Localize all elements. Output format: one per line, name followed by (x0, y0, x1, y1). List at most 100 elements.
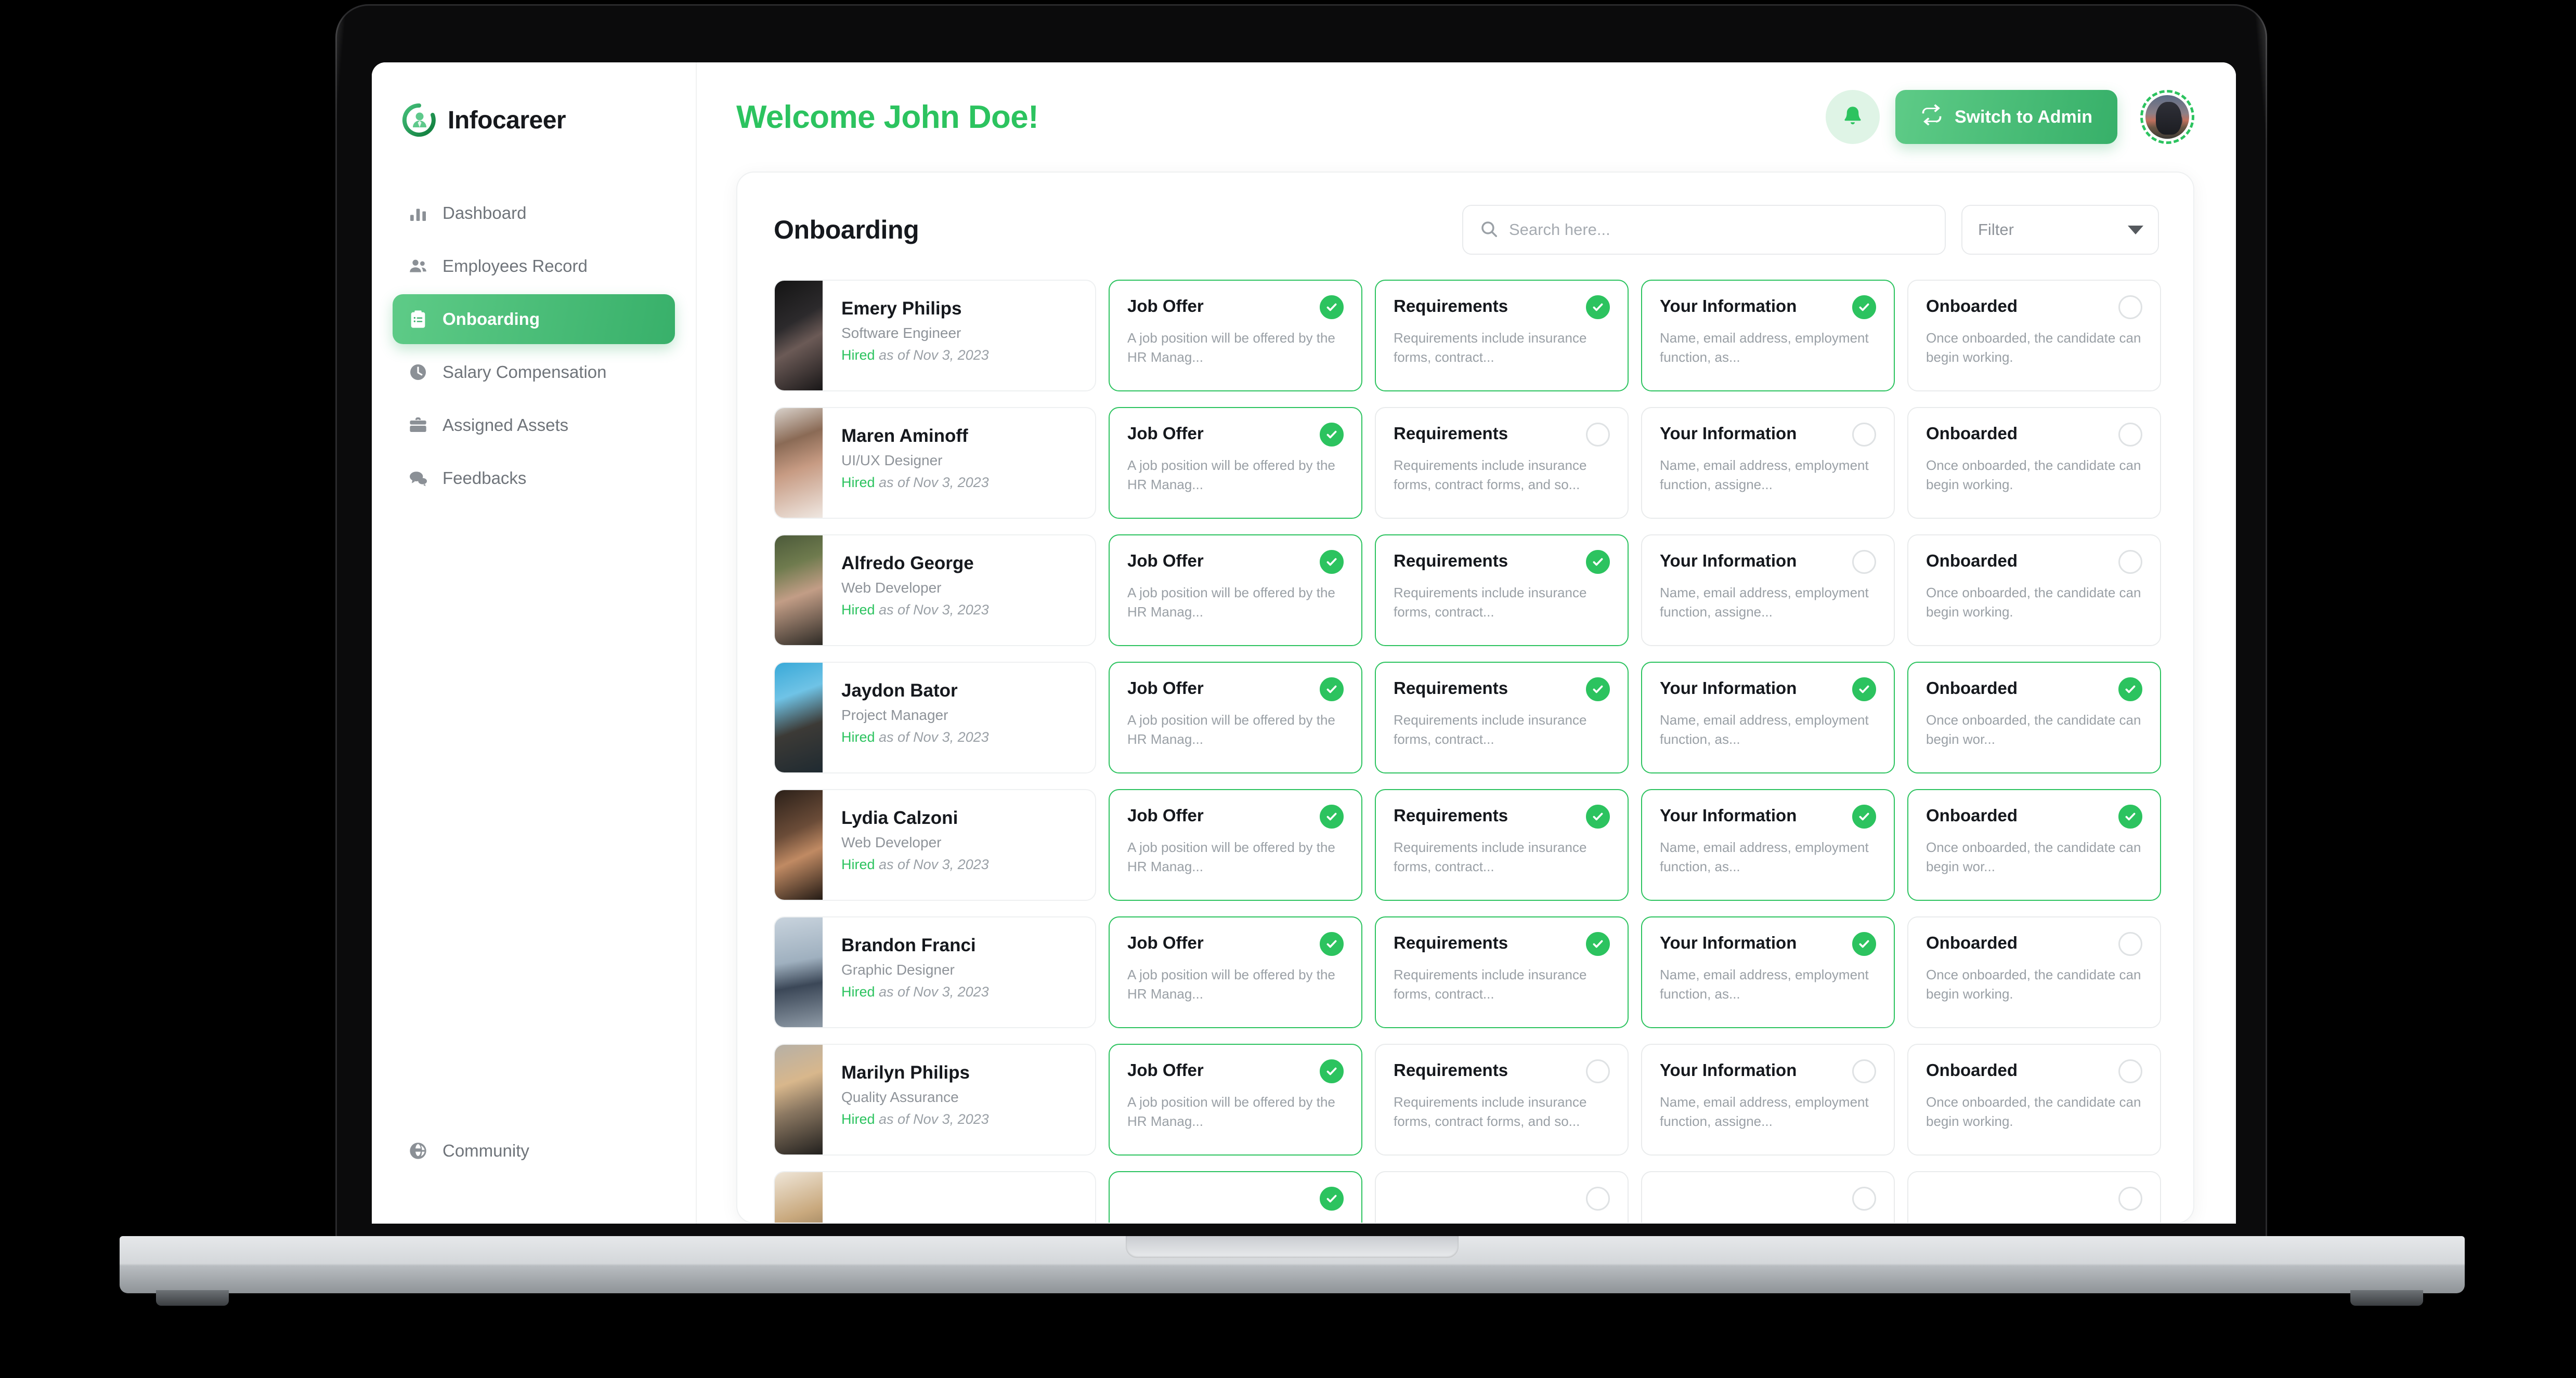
avatar[interactable] (2140, 90, 2194, 144)
switch-to-admin-button[interactable]: Switch to Admin (1895, 90, 2117, 144)
onboarding-stage-card[interactable]: Onboarded Once onboarded, the candidate c… (1907, 534, 2161, 646)
onboarding-stage-card[interactable]: Your Information Name, email address, emp… (1641, 407, 1895, 519)
check-circle-icon[interactable] (1320, 932, 1344, 956)
empty-circle-icon[interactable] (2118, 932, 2142, 956)
onboarding-stage-card[interactable] (1109, 1171, 1362, 1223)
check-circle-icon[interactable] (1320, 1059, 1344, 1083)
check-circle-icon[interactable] (1320, 677, 1344, 701)
check-circle-icon[interactable] (1320, 295, 1344, 319)
sidebar-item-salary-compensation[interactable]: Salary Compensation (393, 347, 675, 397)
empty-circle-icon[interactable] (2118, 550, 2142, 574)
empty-circle-icon[interactable] (2118, 295, 2142, 319)
onboarding-stage-card[interactable]: Requirements Requirements include insuran… (1375, 534, 1629, 646)
laptop-base (120, 1236, 2465, 1293)
sidebar-item-onboarding[interactable]: Onboarding (393, 294, 675, 344)
check-circle-icon[interactable] (1320, 423, 1344, 447)
search-input[interactable] (1509, 220, 1929, 239)
empty-circle-icon[interactable] (2118, 1187, 2142, 1211)
bar-chart-icon (407, 202, 429, 224)
onboarding-stage-card[interactable]: Your Information Name, email address, emp… (1641, 789, 1895, 901)
onboarding-stage-card[interactable]: Requirements Requirements include insuran… (1375, 280, 1629, 391)
sidebar-item-employees-record[interactable]: Employees Record (393, 241, 675, 291)
employee-card[interactable]: Jaydon Bator Project Manager Hired as of N… (774, 662, 1096, 773)
empty-circle-icon[interactable] (1852, 1187, 1876, 1211)
empty-circle-icon[interactable] (1586, 1187, 1610, 1211)
onboarding-stage-card[interactable]: Job Offer A job position will be offered … (1109, 280, 1362, 391)
onboarding-stage-card[interactable]: Your Information Name, email address, emp… (1641, 662, 1895, 773)
onboarding-stage-card[interactable]: Onboarded Once onboarded, the candidate c… (1907, 789, 2161, 901)
employee-card[interactable]: Marilyn Philips Quality Assurance Hired as… (774, 1044, 1096, 1156)
page-title: Onboarding (774, 215, 919, 244)
onboarding-stage-card[interactable] (1641, 1171, 1895, 1223)
employee-card[interactable]: Brandon Franci Graphic Designer Hired as o… (774, 916, 1096, 1028)
employee-photo (775, 281, 823, 390)
onboarding-stage-card[interactable]: Your Information Name, email address, emp… (1641, 534, 1895, 646)
onboarding-stage-card[interactable]: Onboarded Once onboarded, the candidate c… (1907, 1044, 2161, 1156)
onboarding-stage-card[interactable]: Job Offer A job position will be offered … (1109, 534, 1362, 646)
filter-dropdown[interactable]: Filter (1961, 205, 2159, 255)
stage-header: Onboarded (1926, 423, 2142, 447)
check-circle-icon[interactable] (2118, 677, 2142, 701)
check-circle-icon[interactable] (1852, 295, 1876, 319)
stage-description: Once onboarded, the candidate can begin … (1926, 712, 2141, 747)
empty-circle-icon[interactable] (1586, 423, 1610, 447)
empty-circle-icon[interactable] (2118, 1059, 2142, 1083)
check-circle-icon[interactable] (1852, 932, 1876, 956)
sidebar-item-dashboard[interactable]: Dashboard (393, 188, 675, 238)
onboarding-stage-card[interactable]: Job Offer A job position will be offered … (1109, 789, 1362, 901)
onboarding-stage-card[interactable]: Requirements Requirements include insuran… (1375, 407, 1629, 519)
empty-circle-icon[interactable] (2118, 423, 2142, 447)
sidebar-item-community[interactable]: Community (393, 1126, 675, 1176)
brand[interactable]: Infocareer (372, 87, 696, 137)
empty-circle-icon[interactable] (1852, 1059, 1876, 1083)
onboarding-stage-card[interactable]: Onboarded Once onboarded, the candidate c… (1907, 407, 2161, 519)
globe-icon (407, 1140, 429, 1162)
employee-card[interactable] (774, 1171, 1096, 1223)
onboarding-stage-card[interactable]: Job Offer A job position will be offered … (1109, 916, 1362, 1028)
onboarding-stage-card[interactable] (1907, 1171, 2161, 1223)
check-circle-icon[interactable] (1852, 677, 1876, 701)
sidebar-item-feedbacks[interactable]: Feedbacks (393, 453, 675, 503)
empty-circle-icon[interactable] (1586, 1059, 1610, 1083)
check-circle-icon[interactable] (1320, 805, 1344, 829)
hired-label: Hired (841, 602, 875, 618)
empty-circle-icon[interactable] (1852, 423, 1876, 447)
stage-description: Name, email address, employment function… (1660, 457, 1869, 492)
check-circle-icon[interactable] (2118, 805, 2142, 829)
hired-date: as of Nov 3, 2023 (875, 984, 989, 1000)
onboarding-stage-card[interactable]: Job Offer A job position will be offered … (1109, 407, 1362, 519)
laptop-foot-right (2350, 1290, 2423, 1306)
onboarding-stage-card[interactable]: Requirements Requirements include insuran… (1375, 1044, 1629, 1156)
onboarding-stage-card[interactable]: Your Information Name, email address, emp… (1641, 916, 1895, 1028)
check-circle-icon[interactable] (1586, 932, 1610, 956)
onboarding-stage-card[interactable] (1375, 1171, 1629, 1223)
onboarding-stage-card[interactable]: Onboarded Once onboarded, the candidate c… (1907, 280, 2161, 391)
stage-description: Name, email address, employment function… (1660, 585, 1869, 620)
check-circle-icon[interactable] (1586, 677, 1610, 701)
notifications-button[interactable] (1825, 90, 1880, 144)
onboarding-stage-card[interactable]: Requirements Requirements include insuran… (1375, 916, 1629, 1028)
onboarding-stage-card[interactable]: Job Offer A job position will be offered … (1109, 662, 1362, 773)
employee-card[interactable]: Alfredo George Web Developer Hired as of N… (774, 534, 1096, 646)
sidebar-item-assigned-assets[interactable]: Assigned Assets (393, 400, 675, 450)
check-circle-icon[interactable] (1852, 805, 1876, 829)
onboarding-stage-card[interactable]: Onboarded Once onboarded, the candidate c… (1907, 662, 2161, 773)
onboarding-stage-card[interactable]: Your Information Name, email address, emp… (1641, 1044, 1895, 1156)
hired-date: as of Nov 3, 2023 (875, 347, 989, 363)
employee-card[interactable]: Emery Philips Software Engineer Hired as o… (774, 280, 1096, 391)
check-circle-icon[interactable] (1586, 295, 1610, 319)
onboarding-stage-card[interactable]: Requirements Requirements include insuran… (1375, 662, 1629, 773)
onboarding-stage-card[interactable]: Your Information Name, email address, emp… (1641, 280, 1895, 391)
check-circle-icon[interactable] (1586, 550, 1610, 574)
stage-header: Job Offer (1127, 1059, 1344, 1083)
onboarding-stage-card[interactable]: Onboarded Once onboarded, the candidate c… (1907, 916, 2161, 1028)
employee-card[interactable]: Lydia Calzoni Web Developer Hired as of No… (774, 789, 1096, 901)
check-circle-icon[interactable] (1586, 805, 1610, 829)
onboarding-stage-card[interactable]: Job Offer A job position will be offered … (1109, 1044, 1362, 1156)
onboarding-stage-card[interactable]: Requirements Requirements include insuran… (1375, 789, 1629, 901)
empty-circle-icon[interactable] (1852, 550, 1876, 574)
employee-card[interactable]: Maren Aminoff UI/UX Designer Hired as of N… (774, 407, 1096, 519)
check-circle-icon[interactable] (1320, 1187, 1344, 1211)
search-box[interactable] (1462, 205, 1946, 255)
check-circle-icon[interactable] (1320, 550, 1344, 574)
